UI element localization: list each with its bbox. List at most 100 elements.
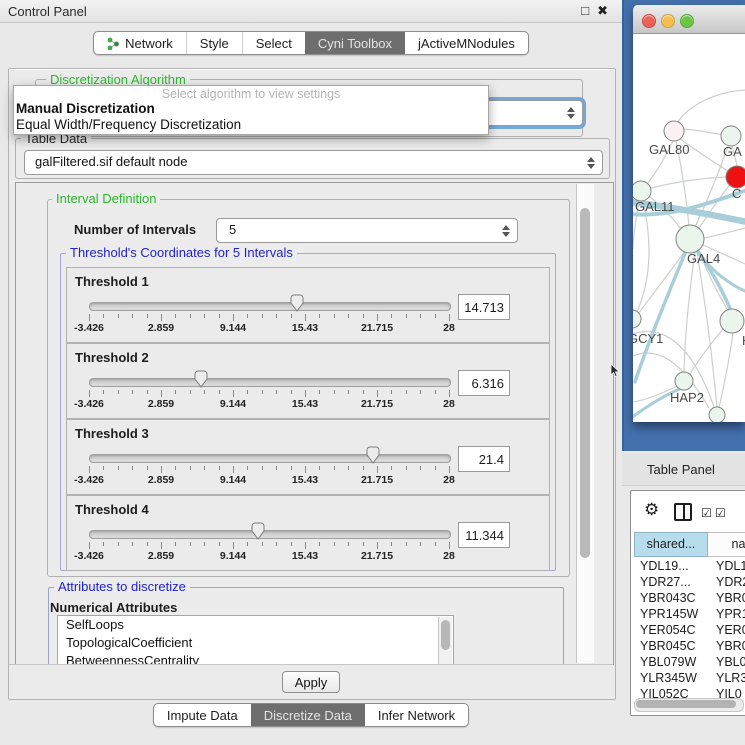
table-row[interactable]: YLR345WYLR3	[634, 670, 745, 686]
threshold-slider-thumb[interactable]	[366, 446, 380, 464]
table-cell[interactable]: YLR345W	[634, 670, 708, 686]
node-label: GA	[723, 144, 742, 159]
table-cell[interactable]: YBR0	[708, 638, 745, 654]
node[interactable]	[709, 407, 725, 422]
checkbox-icon[interactable]: ☑	[715, 507, 726, 519]
threshold-label: Threshold 3	[75, 426, 149, 441]
tab-select[interactable]: Select	[242, 32, 305, 54]
table-cell[interactable]: YPR145W	[634, 606, 708, 622]
slider-tick-labels: -3.4262.8599.14415.4321.71528	[89, 322, 449, 334]
table-cell[interactable]: YBR043C	[634, 590, 708, 606]
threshold-label: Threshold 4	[75, 502, 149, 517]
table-cell[interactable]: YDR27...	[634, 574, 708, 590]
mode-tab-infer-network[interactable]: Infer Network	[365, 704, 468, 726]
tab-style[interactable]: Style	[186, 32, 242, 54]
table-cell[interactable]: YBR0	[708, 590, 745, 606]
tab-label: Discretize Data	[264, 708, 352, 723]
node-GAL80[interactable]	[664, 121, 684, 141]
table-cell[interactable]: YDL19...	[634, 558, 708, 574]
table-cell[interactable]: YBL079W	[634, 654, 708, 670]
algorithm-dropdown-popup: Select algorithm to view settings Manual…	[13, 85, 489, 135]
threshold-value-field[interactable]: 6.316	[458, 370, 510, 396]
attribute-list-item[interactable]: SelfLoops	[58, 616, 453, 634]
table-cell[interactable]: YER0	[708, 622, 745, 638]
table-data-combo[interactable]: galFiltered.sif default node	[24, 150, 603, 175]
table-rows: YDL19...YDL1YDR27...YDR2YBR043CYBR0YPR14…	[634, 558, 745, 702]
table-cell[interactable]: YER054C	[634, 622, 708, 638]
apply-bar: Apply	[9, 664, 613, 699]
network-icon	[107, 37, 120, 50]
node-table: ⚙ ☑ ☑ shared... na YDL19...YDL1YDR27...Y…	[630, 490, 745, 716]
table-hscrollbar[interactable]	[634, 698, 744, 712]
table-row[interactable]: YBR043CYBR0	[634, 590, 745, 606]
threshold-slider-thumb[interactable]	[290, 294, 304, 312]
mode-tab-impute-data[interactable]: Impute Data	[154, 704, 251, 726]
tab-cyni-toolbox[interactable]: Cyni Toolbox	[305, 32, 405, 54]
tab-network[interactable]: Network	[94, 32, 186, 54]
threshold-value-field[interactable]: 21.4	[458, 446, 510, 472]
network-window-titlebar[interactable]	[633, 5, 745, 34]
node-GCY1[interactable]	[633, 310, 641, 328]
node-label: C	[732, 186, 741, 201]
float-icon[interactable]: □	[581, 3, 589, 19]
node-C[interactable]	[726, 166, 745, 188]
node-GAL4[interactable]	[676, 225, 704, 253]
threshold-slider-track[interactable]	[89, 530, 451, 539]
close-traffic-light-icon[interactable]	[642, 14, 656, 28]
threshold-value-field[interactable]: 14.713	[458, 294, 510, 320]
threshold-slider-thumb[interactable]	[194, 370, 208, 388]
node-HAP2[interactable]	[675, 372, 693, 390]
table-row[interactable]: YDR27...YDR2	[634, 574, 745, 590]
table-row[interactable]: YER054CYER0	[634, 622, 745, 638]
table-row[interactable]: YBL079WYBL0	[634, 654, 745, 670]
checkbox-icon[interactable]: ☑	[701, 507, 712, 519]
threshold-slider-track[interactable]	[89, 378, 451, 387]
node-GA[interactable]	[721, 126, 741, 146]
table-cell[interactable]: YDL1	[708, 558, 745, 574]
tab-label: jActiveMNodules	[418, 36, 515, 51]
node-H[interactable]	[720, 309, 744, 333]
network-canvas[interactable]: GAL80GACGAL11GAL4GCY1HHAP2	[633, 34, 745, 422]
zoom-traffic-light-icon[interactable]	[680, 14, 694, 28]
tab-label: Cyni Toolbox	[318, 36, 392, 51]
columns-icon[interactable]	[674, 503, 692, 521]
threshold-slider-track[interactable]	[89, 302, 451, 311]
slider-tick-labels: -3.4262.8599.14415.4321.71528	[89, 474, 449, 486]
threshold-4-panel: Threshold 4 -3.4262.8599.14415.4321.7152…	[66, 495, 550, 571]
dropdown-option[interactable]: Equal Width/Frequency Discretization	[14, 117, 488, 133]
scrollbar-thumb[interactable]	[580, 208, 590, 558]
column-header[interactable]: shared...	[634, 532, 708, 557]
threshold-slider-thumb[interactable]	[251, 522, 265, 540]
network-graph[interactable]: GAL80GACGAL11GAL4GCY1HHAP2	[633, 34, 745, 422]
table-cell[interactable]: YBR045C	[634, 638, 708, 654]
threshold-value-field[interactable]: 11.344	[458, 522, 510, 548]
table-row[interactable]: YPR145WYPR1	[634, 606, 745, 622]
tab-jactivemnodules[interactable]: jActiveMNodules	[405, 32, 528, 54]
attributes-list[interactable]: SelfLoopsTopologicalCoefficientBetweenne…	[57, 615, 454, 665]
dropdown-option[interactable]: Manual Discretization	[14, 101, 488, 117]
tab-label: Network	[125, 36, 173, 51]
close-icon[interactable]: ✖	[597, 3, 608, 19]
table-cell[interactable]: YLR3	[708, 670, 745, 686]
num-intervals-combo[interactable]: 5	[216, 218, 518, 243]
node-GAL11[interactable]	[633, 181, 651, 201]
mode-tab-discretize-data[interactable]: Discretize Data	[251, 704, 365, 726]
panel-scrollbar[interactable]	[576, 184, 594, 663]
apply-button[interactable]: Apply	[282, 671, 340, 693]
table-cell[interactable]: YBL0	[708, 654, 745, 670]
scrollbar-thumb[interactable]	[636, 700, 736, 708]
minimize-traffic-light-icon[interactable]	[661, 14, 675, 28]
interval-definition-title: Interval Definition	[52, 192, 160, 205]
column-header[interactable]: na	[708, 532, 745, 557]
mode-tab-bar: Impute Data Discretize Data Infer Network	[0, 703, 622, 727]
slider-ticks	[89, 542, 449, 550]
list-scrollbar[interactable]	[438, 617, 452, 665]
table-cell[interactable]: YDR2	[708, 574, 745, 590]
gear-icon[interactable]: ⚙	[644, 501, 659, 518]
tab-label: Select	[256, 36, 292, 51]
table-row[interactable]: YBR045CYBR0	[634, 638, 745, 654]
table-row[interactable]: YDL19...YDL1	[634, 558, 745, 574]
attribute-list-item[interactable]: TopologicalCoefficient	[58, 634, 453, 652]
threshold-slider-track[interactable]	[89, 454, 451, 463]
table-cell[interactable]: YPR1	[708, 606, 745, 622]
